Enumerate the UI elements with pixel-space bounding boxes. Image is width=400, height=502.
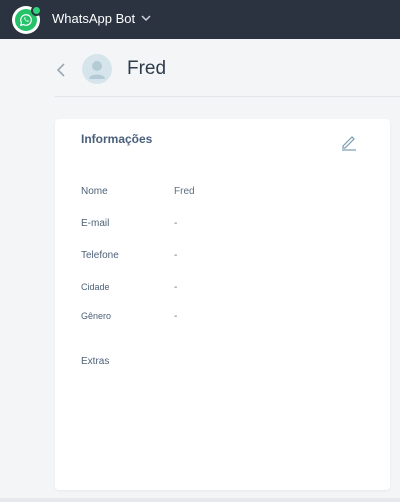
field-label-genero: Gênero bbox=[81, 311, 112, 321]
field-label-email: E-mail bbox=[81, 218, 110, 229]
field-value-cidade: - bbox=[174, 282, 178, 293]
field-value-telefone: - bbox=[174, 250, 178, 261]
field-value-genero: - bbox=[174, 311, 178, 322]
online-status-dot bbox=[31, 5, 42, 16]
header-divider bbox=[55, 96, 400, 97]
whatsapp-icon[interactable] bbox=[12, 5, 42, 34]
field-label-nome: Nome bbox=[81, 186, 108, 197]
info-card: Informações Nome Fred E-mail - Telefone … bbox=[55, 119, 390, 490]
chevron-down-icon[interactable] bbox=[140, 12, 152, 24]
back-arrow-icon[interactable] bbox=[54, 61, 68, 79]
user-icon bbox=[89, 61, 105, 79]
top-bar: WhatsApp Bot bbox=[0, 0, 400, 39]
card-title: Informações bbox=[81, 132, 153, 146]
avatar bbox=[82, 54, 112, 84]
field-value-nome: Fred bbox=[174, 186, 195, 197]
field-label-telefone: Telefone bbox=[81, 250, 119, 261]
contact-name: Fred bbox=[127, 58, 167, 79]
bottom-divider bbox=[0, 498, 400, 502]
app-title[interactable]: WhatsApp Bot bbox=[52, 11, 135, 26]
extras-label: Extras bbox=[81, 356, 110, 367]
pencil-icon[interactable] bbox=[340, 133, 358, 151]
field-value-email: - bbox=[174, 218, 178, 229]
field-label-cidade: Cidade bbox=[81, 282, 110, 292]
left-sidebar-area bbox=[0, 39, 55, 502]
